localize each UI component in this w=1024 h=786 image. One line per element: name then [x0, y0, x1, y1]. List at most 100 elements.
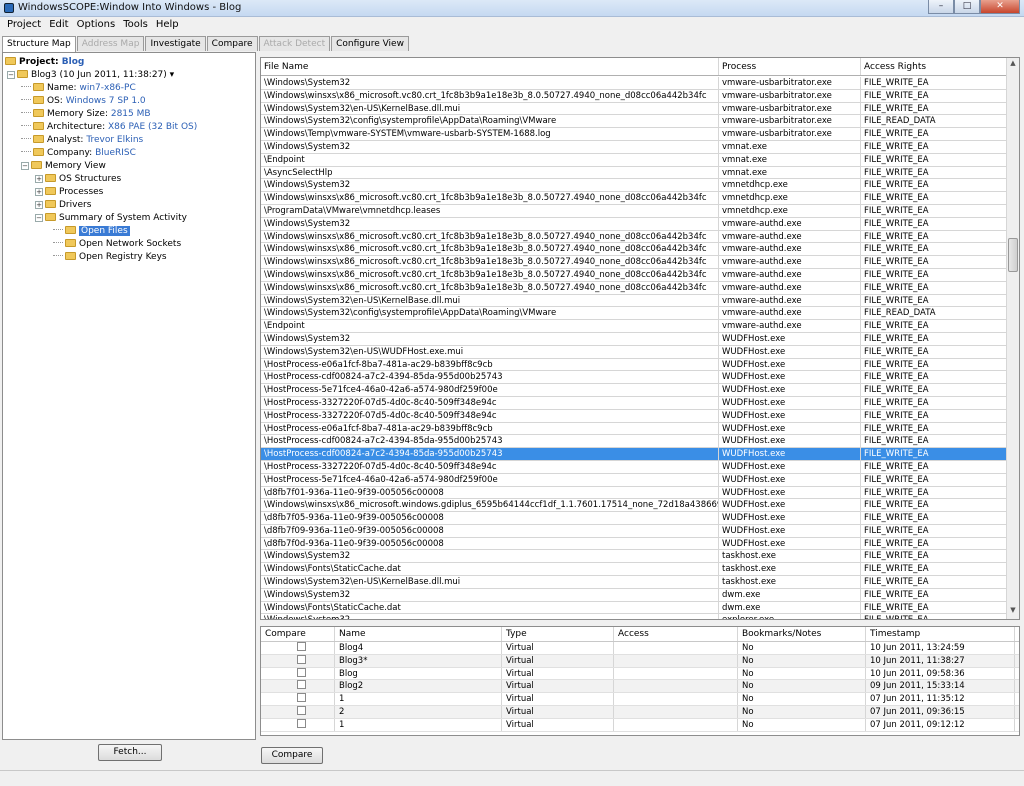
snapshot-row[interactable]: Blog4 Virtual No 10 Jun 2011, 13:24:59 [261, 642, 1019, 655]
tree-summary[interactable]: − Summary of System Activity [35, 212, 187, 224]
tree-project[interactable]: Project: Blog [5, 56, 84, 68]
table-row[interactable]: \Windows\Fonts\StaticCache.dat taskhost.e… [261, 563, 1007, 577]
scroll-down-icon[interactable]: ▼ [1008, 606, 1018, 618]
table-row[interactable]: \HostProcess-e06a1fcf-8ba7-481a-ac29-b83… [261, 422, 1007, 436]
minimize-button[interactable]: – [928, 0, 954, 14]
collapse-icon[interactable]: − [7, 71, 15, 79]
column-file-name[interactable]: File Name [261, 58, 719, 75]
table-row[interactable]: \Windows\winsxs\x86_microsoft.windows.gd… [261, 499, 1007, 513]
column-name[interactable]: Name [335, 627, 502, 641]
table-row[interactable]: \Windows\System32 vmware-usbarbitrator.ex… [261, 77, 1007, 90]
tab-structure-map[interactable]: Structure Map [2, 36, 76, 52]
table-row[interactable]: \Windows\System32 dwm.exe FILE_WRITE_EA [261, 588, 1007, 602]
table-row[interactable]: \HostProcess-cdf00824-a7c2-4394-85da-955… [261, 371, 1007, 385]
menu-tools[interactable]: Tools [119, 17, 152, 34]
table-row[interactable]: \HostProcess-3327220f-07d5-4d0c-8c40-509… [261, 460, 1007, 474]
column-timestamp[interactable]: Timestamp [866, 627, 1015, 641]
compare-checkbox[interactable] [297, 642, 306, 651]
tab-compare[interactable]: Compare [206, 36, 258, 51]
table-row[interactable]: \d8fb7f0d-936a-11e0-9f39-005056c00008 WUD… [261, 537, 1007, 551]
compare-checkbox[interactable] [297, 667, 306, 677]
table-row[interactable]: \Endpoint vmware-authd.exe FILE_WRITE_EA [261, 320, 1007, 333]
table-row[interactable]: \Windows\Temp\vmware-SYSTEM\vmware-usbar… [261, 128, 1007, 141]
table-row[interactable]: \HostProcess-3327220f-07d5-4d0c-8c40-509… [261, 396, 1007, 410]
table-row[interactable]: \d8fb7f09-936a-11e0-9f39-005056c00008 WUD… [261, 524, 1007, 538]
table-row[interactable]: \Windows\System32explorer.exeFILE_WRITE_… [261, 614, 1007, 619]
compare-checkbox[interactable] [297, 693, 306, 703]
scroll-thumb[interactable] [1008, 238, 1018, 272]
table-row[interactable]: \Windows\winsxs\x86_microsoft.vc80.crt_1… [261, 89, 1007, 103]
table-row[interactable]: \HostProcess-3327220f-07d5-4d0c-8c40-509… [261, 409, 1007, 423]
table-row[interactable]: \Windows\System32 vmnat.exe FILE_WRITE_EA [261, 140, 1007, 154]
collapse-icon[interactable]: − [21, 162, 29, 170]
tree-drivers[interactable]: + Drivers [35, 199, 91, 211]
table-row[interactable]: \Windows\System32\en-US\WUDFHost.exe.mui… [261, 345, 1007, 359]
table-row[interactable]: \HostProcess-cdf00824-a7c2-4394-85da-955… [261, 435, 1007, 449]
table-row[interactable]: \Windows\System32 vmnetdhcp.exe FILE_WRITE… [261, 179, 1007, 193]
table-row[interactable]: \Windows\System32 taskhost.exe FILE_WRITE_… [261, 550, 1007, 564]
tree-os-structures[interactable]: + OS Structures [35, 173, 121, 185]
compare-checkbox[interactable] [297, 680, 306, 690]
table-row[interactable]: \HostProcess-5e71fce4-46a0-42a6-a574-980… [261, 384, 1007, 397]
tab-configure-view[interactable]: Configure View [331, 36, 409, 51]
table-row[interactable]: \Windows\winsxs\x86_microsoft.vc80.crt_1… [261, 256, 1007, 269]
table-row[interactable]: \HostProcess-e06a1fcf-8ba7-481a-ac29-b83… [261, 358, 1007, 372]
compare-checkbox[interactable] [297, 705, 306, 715]
tree-open-sockets[interactable]: Open Network Sockets [53, 238, 181, 250]
compare-checkbox[interactable] [297, 718, 306, 728]
table-row[interactable]: \Windows\System32\en-US\KernelBase.dll.m… [261, 294, 1007, 308]
table-row[interactable]: \Windows\winsxs\x86_microsoft.vc80.crt_1… [261, 192, 1007, 205]
table-row[interactable]: \Endpoint vmnat.exe FILE_WRITE_EA [261, 153, 1007, 167]
table-row[interactable]: \Windows\winsxs\x86_microsoft.vc80.crt_1… [261, 281, 1007, 295]
table-row[interactable]: \Windows\System32\en-US\KernelBase.dll.m… [261, 102, 1007, 116]
scroll-up-icon[interactable]: ▲ [1008, 59, 1018, 71]
column-process[interactable]: Process [719, 58, 861, 75]
snapshot-row[interactable]: 1 Virtual No 07 Jun 2011, 09:12:12 [261, 718, 1019, 732]
column-compare[interactable]: Compare [261, 627, 335, 641]
table-row[interactable]: \Windows\winsxs\x86_microsoft.vc80.crt_1… [261, 268, 1007, 282]
column-access-rights[interactable]: Access Rights [861, 58, 1007, 75]
table-row[interactable]: \Windows\System32 vmware-authd.exe FILE_WR… [261, 217, 1007, 231]
maximize-button[interactable]: □ [954, 0, 980, 14]
table-row[interactable]: \AsyncSelectHlp vmnat.exe FILE_WRITE_EA [261, 166, 1007, 180]
vertical-scrollbar[interactable]: ▲ ▼ [1006, 58, 1019, 619]
menu-help[interactable]: Help [152, 17, 183, 34]
table-row[interactable]: \Windows\winsxs\x86_microsoft.vc80.crt_1… [261, 243, 1007, 257]
table-row[interactable]: \Windows\System32\en-US\KernelBase.dll.m… [261, 576, 1007, 589]
snapshot-row[interactable]: Blog2 Virtual No 09 Jun 2011, 15:33:14 [261, 680, 1019, 694]
table-row[interactable]: \Windows\System32\config\systemprofile\A… [261, 307, 1007, 321]
snapshot-row[interactable]: Blog Virtual No 10 Jun 2011, 09:58:36 [261, 667, 1019, 681]
table-row[interactable]: \d8fb7f01-936a-11e0-9f39-005056c00008 WUD… [261, 486, 1007, 500]
fetch-button[interactable]: Fetch... [98, 744, 162, 761]
table-row[interactable]: \Windows\System32 WUDFHost.exe FILE_WRITE_… [261, 332, 1007, 346]
table-row[interactable]: \Windows\Fonts\StaticCache.dat dwm.exe FIL… [261, 601, 1007, 615]
chevron-down-icon[interactable]: ▾ [170, 70, 175, 80]
expand-icon[interactable]: + [35, 175, 43, 183]
tree-processes[interactable]: + Processes [35, 186, 103, 198]
collapse-icon[interactable]: − [35, 214, 43, 222]
compare-button[interactable]: Compare [261, 747, 323, 764]
tab-investigate[interactable]: Investigate [145, 36, 206, 51]
table-row[interactable]: \Windows\System32\config\systemprofile\A… [261, 115, 1007, 129]
table-row[interactable]: \HostProcess-cdf00824-a7c2-4394-85da-955… [261, 448, 1007, 461]
close-button[interactable]: ✕ [980, 0, 1020, 14]
column-type[interactable]: Type [502, 627, 614, 641]
table-row[interactable]: \Windows\winsxs\x86_microsoft.vc80.crt_1… [261, 230, 1007, 244]
table-row[interactable]: \d8fb7f05-936a-11e0-9f39-005056c00008 WUD… [261, 512, 1007, 525]
column-bookmarks[interactable]: Bookmarks/Notes [738, 627, 866, 641]
snapshot-row[interactable]: 2 Virtual No 07 Jun 2011, 09:36:15 [261, 705, 1019, 719]
compare-checkbox[interactable] [297, 654, 306, 664]
tree-snapshot[interactable]: − Blog3 (10 Jun 2011, 11:38:27) ▾ [7, 69, 174, 81]
table-row[interactable]: \HostProcess-5e71fce4-46a0-42a6-a574-980… [261, 473, 1007, 487]
snapshot-row[interactable]: Blog3* Virtual No 10 Jun 2011, 11:38:27 [261, 654, 1019, 668]
menu-project[interactable]: Project [3, 17, 45, 34]
menu-options[interactable]: Options [73, 17, 120, 34]
expand-icon[interactable]: + [35, 188, 43, 196]
tree-memory-view[interactable]: − Memory View [21, 160, 106, 172]
column-access[interactable]: Access [614, 627, 738, 641]
tree-open-registry[interactable]: Open Registry Keys [53, 251, 167, 263]
snapshot-row[interactable]: 1 Virtual No 07 Jun 2011, 11:35:12 [261, 693, 1019, 706]
expand-icon[interactable]: + [35, 201, 43, 209]
table-row[interactable]: \ProgramData\VMware\vmnetdhcp.leases vmne… [261, 204, 1007, 218]
tree-open-files[interactable]: Open Files [53, 225, 130, 237]
